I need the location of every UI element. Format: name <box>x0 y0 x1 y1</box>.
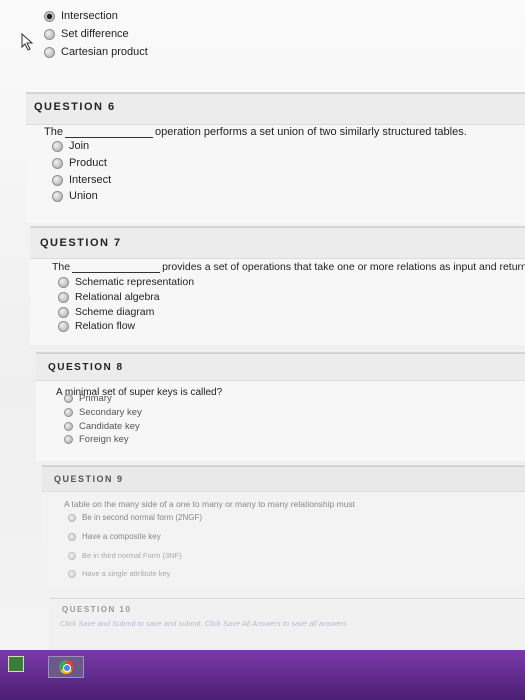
q9-option-4[interactable]: Have a single attribute key <box>68 569 170 578</box>
option-label: Product <box>69 157 107 169</box>
option-label: Scheme diagram <box>75 306 155 318</box>
option-label: Be in third normal Form (3NF) <box>82 551 182 560</box>
answer-blank <box>72 272 161 273</box>
q8-option-2[interactable]: Secondary key <box>64 407 142 418</box>
option-label: Relation flow <box>75 320 136 332</box>
radio-button[interactable] <box>68 569 76 578</box>
question-title: QUESTION 7 <box>40 237 122 249</box>
question-title: QUESTION 6 <box>34 101 116 113</box>
q9-option-3[interactable]: Be in third normal Form (3NF) <box>68 551 182 560</box>
radio-button[interactable] <box>52 140 63 152</box>
q8-option-3[interactable]: Candidate key <box>64 421 140 432</box>
radio-button[interactable] <box>44 10 55 22</box>
q6-option-1[interactable]: Join <box>52 140 89 152</box>
option-label: Relational algebra <box>75 291 160 303</box>
q6-option-3[interactable]: Intersect <box>52 174 111 186</box>
q5-option-1[interactable]: Intersection <box>44 10 118 22</box>
option-label: Secondary key <box>79 407 142 418</box>
question-title: QUESTION 10 <box>62 605 132 614</box>
q8-option-4[interactable]: Foreign key <box>64 434 129 445</box>
radio-button[interactable] <box>58 320 69 332</box>
option-label: Be in second normal form (2NGF) <box>82 513 203 522</box>
stem-prefix: The <box>44 126 63 138</box>
q8-option-1[interactable]: Primary <box>64 393 112 404</box>
option-label: Set difference <box>61 28 129 40</box>
q5-option-2[interactable]: Set difference <box>44 28 129 40</box>
question-10: QUESTION 10 Click Save and Submit to sav… <box>50 598 525 651</box>
question-stem: The operation performs a set union of two… <box>44 126 467 138</box>
radio-button[interactable] <box>52 174 63 186</box>
q7-option-2[interactable]: Relational algebra <box>58 291 160 303</box>
quiz-page: Intersection Set difference Cartesian pr… <box>0 0 525 700</box>
radio-button[interactable] <box>68 551 76 560</box>
option-label: Intersect <box>69 174 112 186</box>
radio-button[interactable] <box>44 28 55 40</box>
radio-button[interactable] <box>44 46 55 58</box>
radio-button[interactable] <box>58 291 69 303</box>
option-label: Have a composite key <box>82 532 161 541</box>
q5-option-3[interactable]: Cartesian product <box>44 46 148 58</box>
stem-prefix: The <box>52 261 71 273</box>
radio-button[interactable] <box>64 435 73 444</box>
desktop-app-icon[interactable] <box>8 656 24 672</box>
q6-option-4[interactable]: Union <box>52 190 98 202</box>
answer-blank <box>64 137 153 138</box>
stem-suffix: operation performs a set union of two si… <box>154 126 467 138</box>
q7-option-1[interactable]: Schematic representation <box>58 276 194 288</box>
option-label: Union <box>69 190 98 202</box>
option-label: Join <box>69 140 90 152</box>
radio-button[interactable] <box>64 394 73 403</box>
radio-button[interactable] <box>58 276 69 288</box>
radio-button[interactable] <box>64 422 73 431</box>
question-title: QUESTION 8 <box>48 362 124 373</box>
radio-button[interactable] <box>52 190 63 202</box>
q9-option-1[interactable]: Be in second normal form (2NGF) <box>68 513 202 522</box>
option-label: Have a single attribute key <box>82 569 171 578</box>
stem-suffix: provides a set of operations that take o… <box>162 261 525 273</box>
chrome-icon <box>59 660 73 674</box>
radio-button[interactable] <box>52 157 63 169</box>
q7-option-4[interactable]: Relation flow <box>58 320 135 332</box>
option-label: Candidate key <box>79 421 140 432</box>
question-9: QUESTION 9 A table on the many side of a… <box>42 465 525 586</box>
radio-button[interactable] <box>58 306 69 318</box>
question-stem: The provides a set of operations that tak… <box>52 261 525 273</box>
radio-button[interactable] <box>68 532 76 541</box>
radio-button[interactable] <box>68 513 76 522</box>
option-label: Foreign key <box>79 434 129 445</box>
q9-option-2[interactable]: Have a composite key <box>68 532 161 541</box>
mouse-cursor-icon <box>21 33 34 51</box>
q6-option-2[interactable]: Product <box>52 157 107 169</box>
taskbar <box>0 650 525 700</box>
radio-button[interactable] <box>64 408 73 417</box>
option-label: Intersection <box>61 10 118 22</box>
option-label: Primary <box>79 393 112 404</box>
save-submit-instructions[interactable]: Click Save and Submit to save and submit… <box>60 619 349 628</box>
taskbar-browser-button[interactable] <box>48 656 84 678</box>
q7-option-3[interactable]: Scheme diagram <box>58 306 154 318</box>
option-label: Schematic representation <box>75 276 195 288</box>
option-label: Cartesian product <box>61 46 148 58</box>
question-stem: A table on the many side of a one to man… <box>64 499 356 509</box>
question-title: QUESTION 9 <box>54 474 124 484</box>
